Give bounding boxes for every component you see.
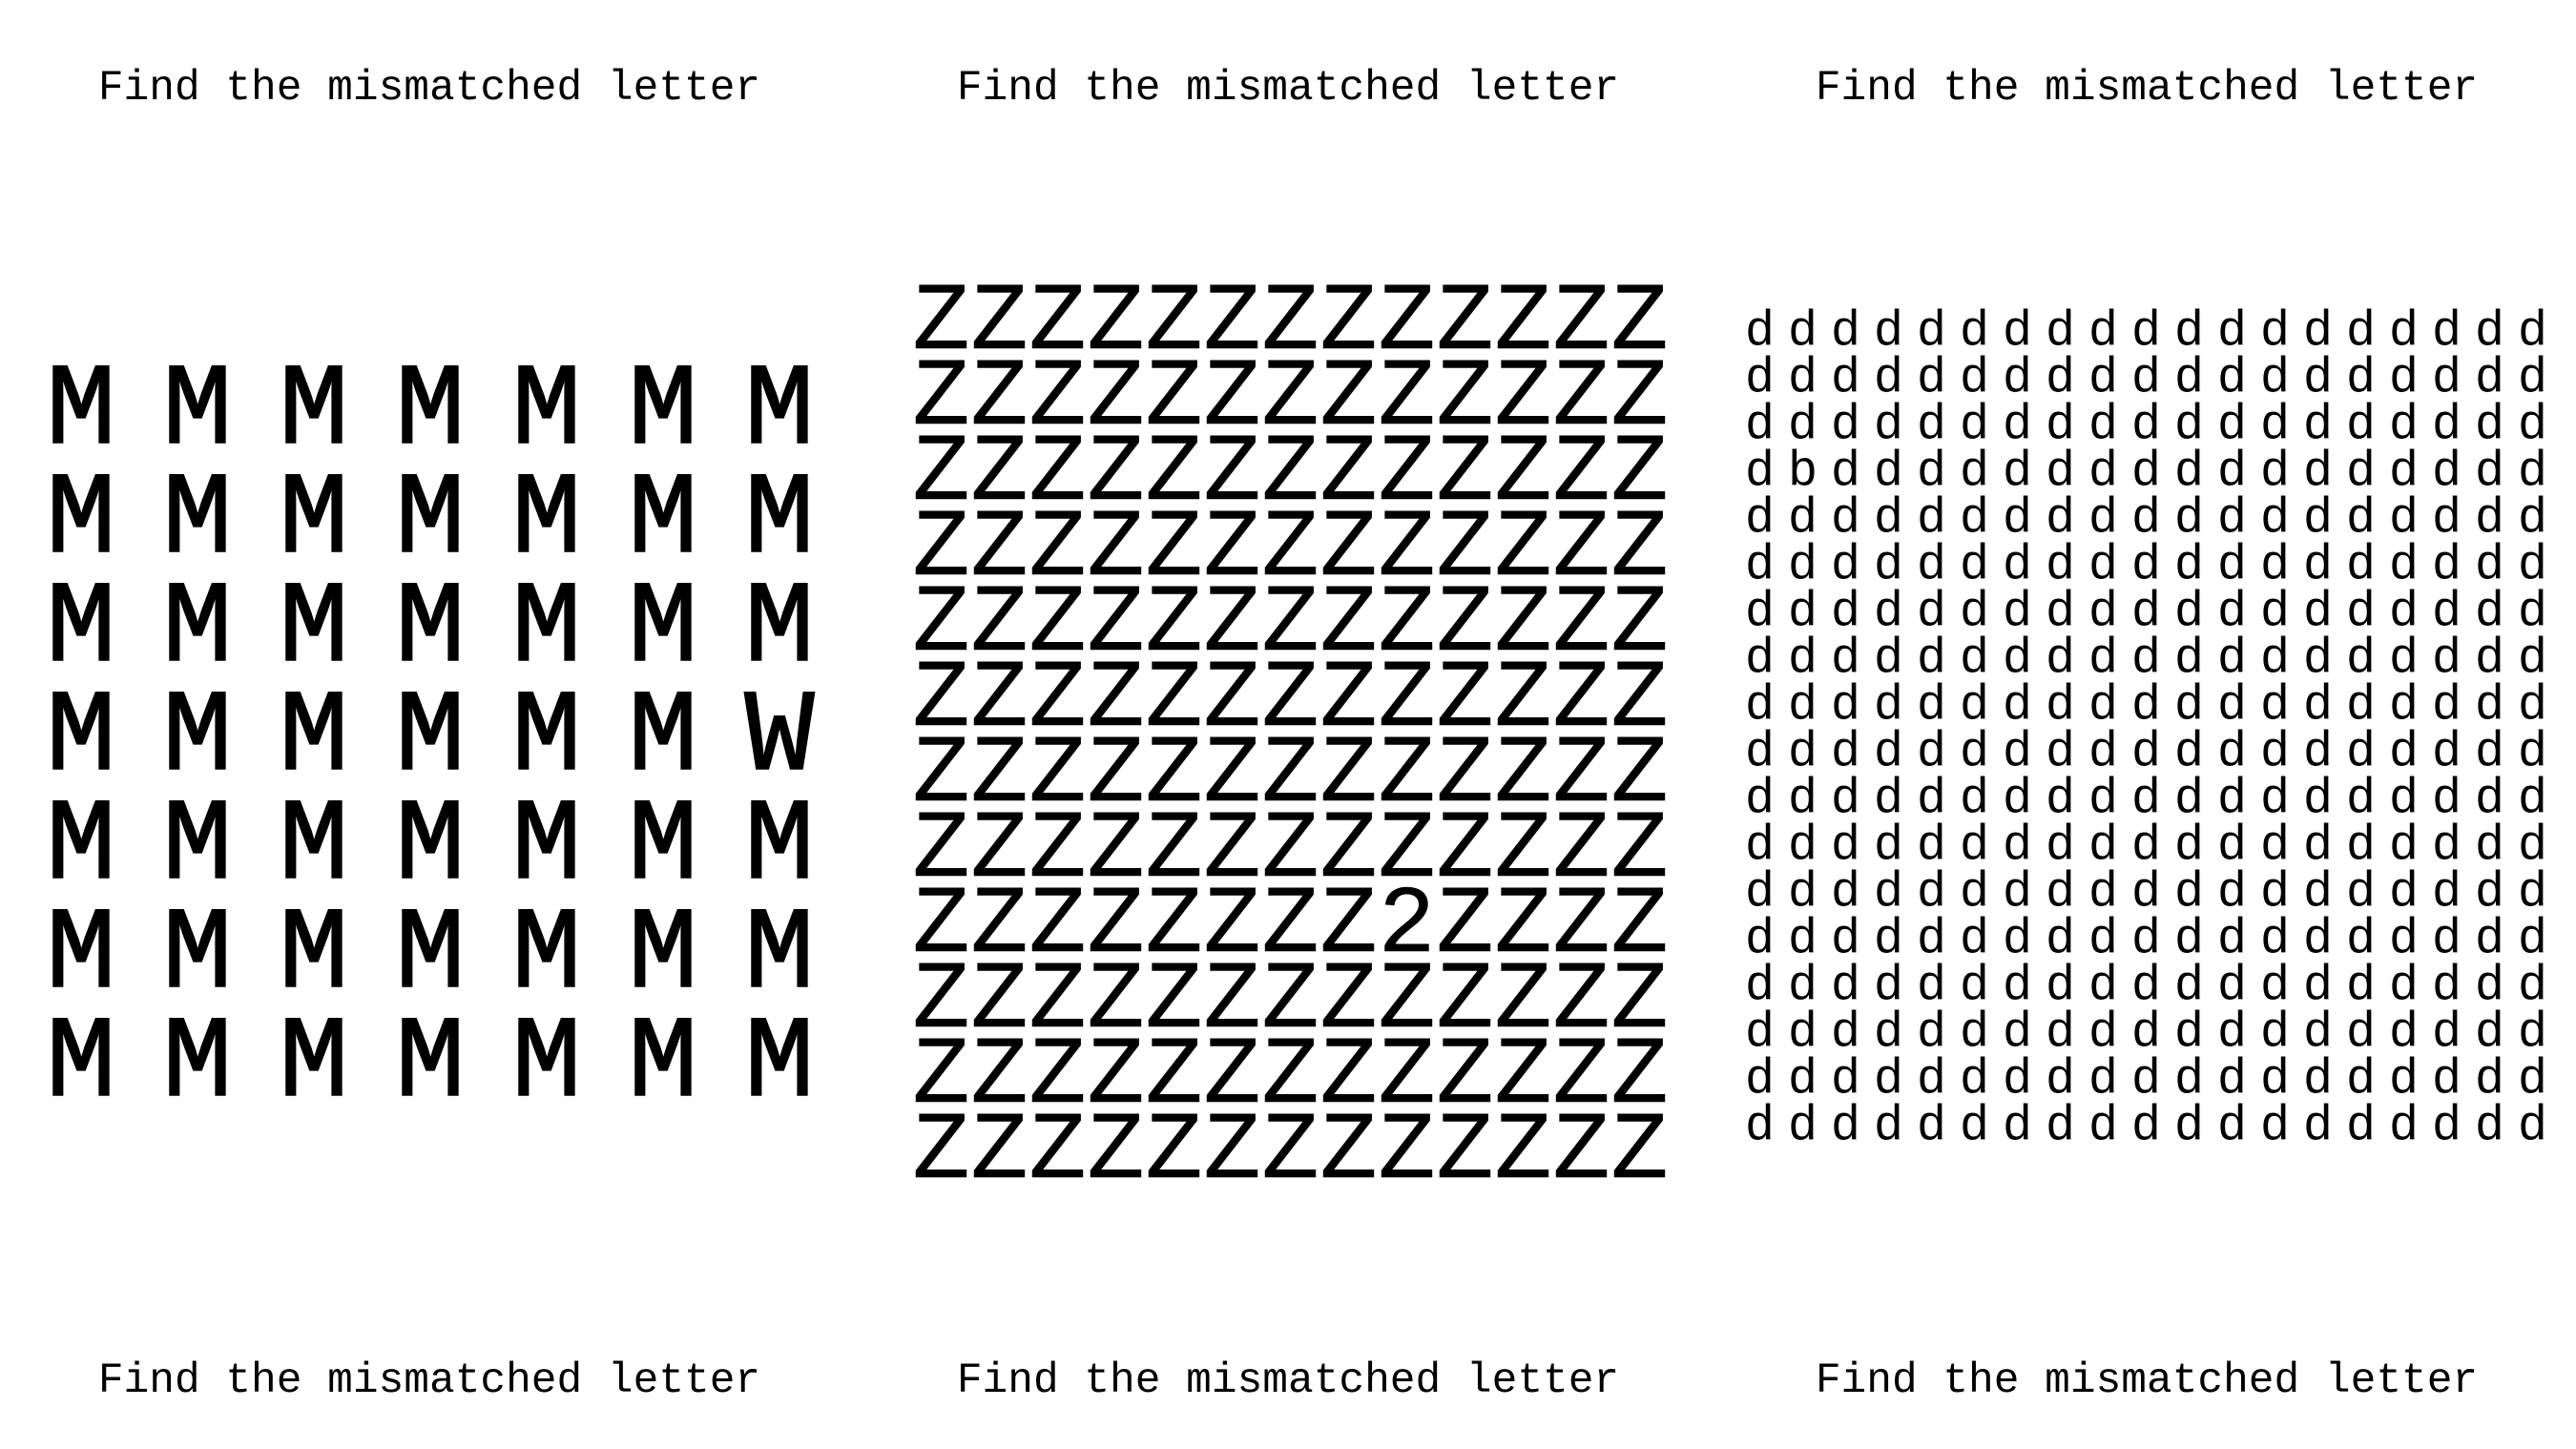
letter-cell[interactable]: M [372,788,488,906]
letter-cell[interactable]: M [23,462,139,580]
letter-cell[interactable]: d [1996,1102,2039,1151]
letter-cell[interactable]: d [1824,1102,1867,1151]
puzzle-panel-m: Find the mismatched letter MMMMMMMMMMMMM… [0,0,859,1449]
letter-cell[interactable]: M [721,788,838,906]
letter-cell[interactable]: M [372,1005,488,1124]
letter-cell[interactable]: d [2425,1102,2468,1151]
letter-cell[interactable]: M [721,353,838,471]
letter-cell[interactable]: Z [1028,1105,1087,1201]
letter-cell[interactable]: d [1910,1102,1953,1151]
letter-grid-d: dddddddddddddddddddddddddddddddddddddddd… [1717,0,2576,1449]
letter-cell[interactable]: M [256,462,372,580]
letter-cell[interactable]: M [372,570,488,689]
letter-cell[interactable]: M [721,462,838,580]
letter-grid-m: MMMMMMMMMMMMMMMMMMMMMMMMMMMWMMMMMMMMMMMM… [0,0,859,1449]
letter-grid-z: ZZZZZZZZZZZZZZZZZZZZZZZZZZZZZZZZZZZZZZZZ… [859,0,1717,1449]
letter-cell[interactable]: M [139,353,256,471]
letter-cell[interactable]: d [2125,1102,2168,1151]
puzzle-title-bottom: Find the mismatched letter [97,1357,761,1405]
letter-cell[interactable]: Z [1610,1105,1669,1201]
letter-cell[interactable]: M [139,1005,256,1124]
letter-cell[interactable]: M [721,897,838,1015]
letter-cell[interactable]: M [23,353,139,471]
letter-cell[interactable]: M [139,462,256,580]
letter-cell[interactable]: Z [1145,1105,1203,1201]
letter-cell[interactable]: M [605,897,721,1015]
letter-cell[interactable]: M [256,897,372,1015]
letter-cell[interactable]: M [488,462,605,580]
letter-cell[interactable]: M [605,570,721,689]
letter-cell[interactable]: d [1738,1102,1781,1151]
letter-cell[interactable]: Z [970,1105,1028,1201]
puzzle-panel-z: Find the mismatched letter ZZZZZZZZZZZZZ… [859,0,1717,1449]
letter-cell[interactable]: M [605,788,721,906]
letter-cell[interactable]: M [721,570,838,689]
letter-cell[interactable]: d [2039,1102,2082,1151]
letter-cell[interactable]: M [605,679,721,797]
puzzle-title-bottom: Find the mismatched letter [956,1357,1620,1405]
letter-cell[interactable]: Z [1087,1105,1145,1201]
letter-cell[interactable]: M [256,353,372,471]
letter-cell[interactable]: d [2254,1102,2296,1151]
letter-cell[interactable]: M [605,462,721,580]
letter-cell[interactable]: M [372,897,488,1015]
letter-cell[interactable]: Z [1552,1105,1610,1201]
letter-cell[interactable]: M [23,788,139,906]
letter-cell[interactable]: M [23,1005,139,1124]
letter-cell[interactable]: M [23,897,139,1015]
letter-cell[interactable]: d [1867,1102,1910,1151]
letter-cell[interactable]: d [1781,1102,1824,1151]
letter-cell[interactable]: Z [1436,1105,1494,1201]
letter-cell[interactable]: M [488,679,605,797]
letter-cell[interactable]: M [372,679,488,797]
letter-cell[interactable]: d [2511,1102,2554,1151]
letter-cell[interactable]: Z [1261,1105,1319,1201]
letter-cell[interactable]: M [605,353,721,471]
letter-cell[interactable]: d [2082,1102,2125,1151]
letter-cell[interactable]: M [488,788,605,906]
letter-cell[interactable]: M [139,679,256,797]
letter-cell[interactable]: d [2468,1102,2511,1151]
letter-cell[interactable]: M [488,570,605,689]
letter-cell[interactable]: d [2382,1102,2425,1151]
letter-cell[interactable]: d [2168,1102,2211,1151]
letter-cell[interactable]: M [488,1005,605,1124]
letter-cell[interactable]: M [256,1005,372,1124]
letter-cell[interactable]: Z [1203,1105,1261,1201]
letter-cell[interactable]: M [372,462,488,580]
letter-cell[interactable]: Z [1494,1105,1552,1201]
letter-cell[interactable]: d [2296,1102,2339,1151]
letter-cell[interactable]: M [139,570,256,689]
letter-cell[interactable]: Z [912,1105,970,1201]
letter-cell[interactable]: d [2339,1102,2382,1151]
puzzle-panel-d: Find the mismatched letter ddddddddddddd… [1717,0,2576,1449]
letter-cell[interactable]: M [721,1005,838,1124]
letter-cell[interactable]: M [488,353,605,471]
letter-cell[interactable]: M [488,897,605,1015]
letter-cell[interactable]: M [139,788,256,906]
odd-letter-cell[interactable]: W [721,679,838,797]
letter-cell[interactable]: M [256,788,372,906]
letter-cell[interactable]: M [372,353,488,471]
letter-cell[interactable]: Z [1319,1105,1378,1201]
letter-cell[interactable]: M [139,897,256,1015]
puzzle-title-bottom: Find the mismatched letter [1815,1357,2479,1405]
letter-cell[interactable]: M [256,570,372,689]
letter-cell[interactable]: M [23,570,139,689]
letter-cell[interactable]: M [23,679,139,797]
letter-cell[interactable]: d [1953,1102,1996,1151]
letter-cell[interactable]: Z [1378,1105,1436,1201]
letter-cell[interactable]: M [256,679,372,797]
letter-cell[interactable]: M [605,1005,721,1124]
letter-cell[interactable]: d [2211,1102,2254,1151]
